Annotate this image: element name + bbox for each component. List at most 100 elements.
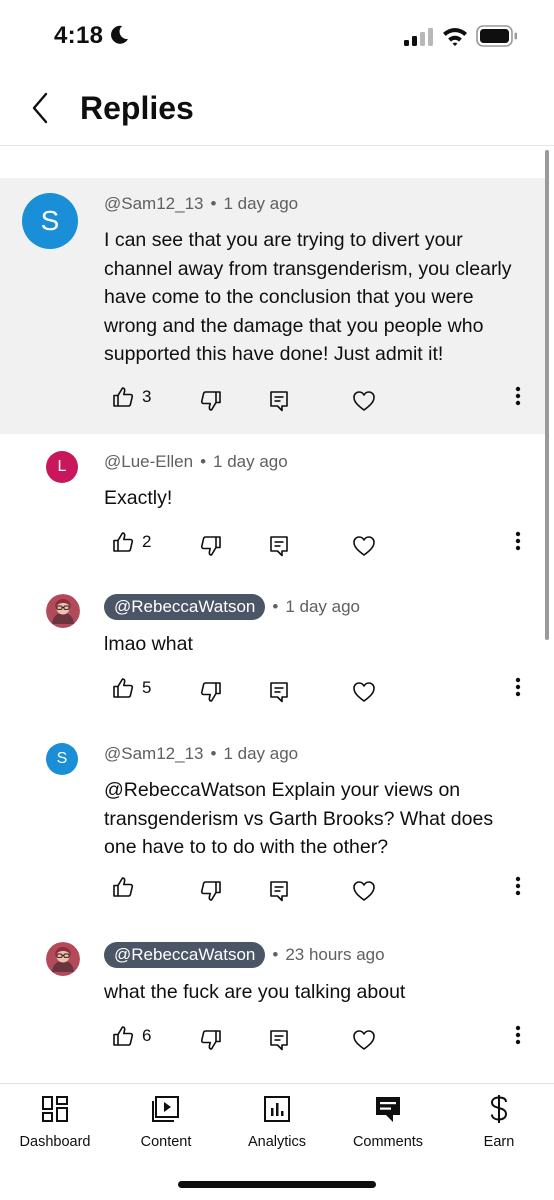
heart-button[interactable] [352, 681, 376, 703]
header: Replies [0, 74, 554, 146]
heart-icon [353, 536, 375, 556]
dislike-button[interactable] [200, 535, 222, 557]
heart-button[interactable] [352, 880, 376, 902]
thumbs-down-icon [200, 881, 221, 901]
comment-meta: @Sam12_13 • 1 day ago [104, 194, 298, 214]
nav-label-dashboard: Dashboard [19, 1134, 91, 1150]
scrollbar[interactable] [545, 150, 549, 1085]
thumbs-up-icon [113, 877, 134, 897]
author-name[interactable]: @Sam12_13 [104, 744, 204, 764]
reply-button[interactable] [269, 880, 289, 902]
like-button[interactable]: 3 [112, 386, 151, 408]
back-button[interactable] [22, 88, 58, 128]
nav-label-analytics: Analytics [247, 1134, 307, 1150]
heart-button[interactable] [352, 390, 376, 412]
comment-item: L @Lue-Ellen • 1 day ago Exactly! 2 [0, 434, 545, 580]
more-options-button[interactable] [515, 1025, 521, 1045]
comment-timestamp: 1 day ago [285, 597, 360, 616]
reply-icon [270, 536, 288, 557]
comment-actions: 6 [104, 1025, 544, 1055]
comments-icon [376, 1097, 400, 1122]
avatar[interactable]: S [22, 193, 78, 249]
thumbs-up-icon [113, 387, 134, 407]
dashboard-icon [42, 1096, 68, 1122]
nav-item-analytics[interactable]: Analytics [222, 1094, 332, 1154]
like-count: 5 [142, 678, 152, 697]
more-vertical-icon [515, 677, 521, 697]
meta-separator: • [210, 194, 217, 213]
heart-icon [353, 1030, 375, 1050]
nav-item-comments[interactable]: Comments [333, 1094, 443, 1154]
like-button[interactable] [112, 876, 142, 898]
creator-author-chip[interactable]: @RebeccaWatson [104, 594, 266, 620]
comment-text: lmao what [104, 633, 193, 655]
comment-timestamp: 1 day ago [213, 452, 288, 471]
more-vertical-icon [515, 876, 521, 896]
meta-separator: • [272, 945, 279, 964]
heart-button[interactable] [352, 1029, 376, 1051]
dislike-button[interactable] [200, 880, 222, 902]
status-bar: 4:18 [0, 0, 554, 74]
thumbs-down-icon [200, 391, 221, 411]
more-options-button[interactable] [515, 677, 521, 697]
content-icon [152, 1096, 179, 1122]
dislike-button[interactable] [200, 1029, 222, 1051]
comment-meta: @RebeccaWatson • 1 day ago [104, 594, 360, 620]
nav-label-content: Content [140, 1134, 192, 1150]
thumbs-down-icon [200, 1030, 221, 1050]
comment-actions: 5 [104, 677, 544, 707]
avatar[interactable]: L [46, 451, 78, 483]
thumbs-down-icon [200, 682, 221, 702]
dislike-button[interactable] [200, 390, 222, 412]
like-button[interactable]: 5 [112, 677, 151, 699]
reply-button[interactable] [269, 681, 289, 703]
reply-icon [270, 881, 288, 902]
nav-label-earn: Earn [483, 1134, 515, 1150]
screen: 4:18 Replies S @Sam12_13 • 1 day ago I c… [0, 0, 554, 1200]
heart-icon [353, 682, 375, 702]
avatar[interactable] [46, 594, 80, 628]
status-time: 4:18 [54, 22, 104, 49]
comment-timestamp: 23 hours ago [285, 945, 385, 964]
like-button[interactable]: 2 [112, 531, 151, 553]
comment-item: @RebeccaWatson • 23 hours ago what the fuck… [0, 928, 545, 1076]
like-button[interactable]: 6 [112, 1025, 151, 1047]
comment-text: Exactly! [104, 487, 173, 509]
reply-icon [270, 682, 288, 703]
reply-button[interactable] [269, 390, 289, 412]
thumbs-up-icon [113, 678, 134, 698]
author-name[interactable]: @Lue-Ellen [104, 452, 193, 472]
heart-icon [353, 881, 375, 901]
reply-icon [270, 391, 288, 412]
reply-button[interactable] [269, 1029, 289, 1051]
comment-text: what the fuck are you talking about [104, 981, 406, 1003]
wifi-icon [443, 28, 467, 46]
scrollbar-thumb[interactable] [545, 150, 549, 640]
avatar-letter: S [56, 750, 68, 767]
more-options-button[interactable] [515, 386, 521, 406]
dislike-button[interactable] [200, 681, 222, 703]
comment-item: @RebeccaWatson • 1 day ago lmao what 5 [0, 580, 545, 726]
comment-text: @RebeccaWatson Explain your views on tra… [104, 779, 494, 858]
home-indicator[interactable] [178, 1181, 376, 1188]
author-name[interactable]: @Sam12_13 [104, 194, 204, 214]
cellular-signal-icon [404, 28, 433, 46]
chevron-left-icon [32, 92, 48, 124]
analytics-icon [264, 1096, 290, 1122]
battery-icon [476, 25, 517, 47]
nav-item-dashboard[interactable]: Dashboard [0, 1094, 110, 1154]
comment-timestamp: 1 day ago [223, 194, 299, 213]
avatar[interactable]: S [46, 743, 78, 775]
like-count: 6 [142, 1026, 152, 1045]
heart-button[interactable] [352, 535, 376, 557]
reply-button[interactable] [269, 535, 289, 557]
avatar[interactable] [46, 942, 80, 976]
nav-item-content[interactable]: Content [111, 1094, 221, 1154]
thumbs-down-icon [200, 536, 221, 556]
more-options-button[interactable] [515, 876, 521, 896]
nav-item-earn[interactable]: Earn [444, 1094, 554, 1154]
creator-author-chip[interactable]: @RebeccaWatson [104, 942, 266, 968]
more-options-button[interactable] [515, 531, 521, 551]
comment-meta: @RebeccaWatson • 23 hours ago [104, 942, 385, 968]
meta-separator: • [272, 597, 279, 616]
